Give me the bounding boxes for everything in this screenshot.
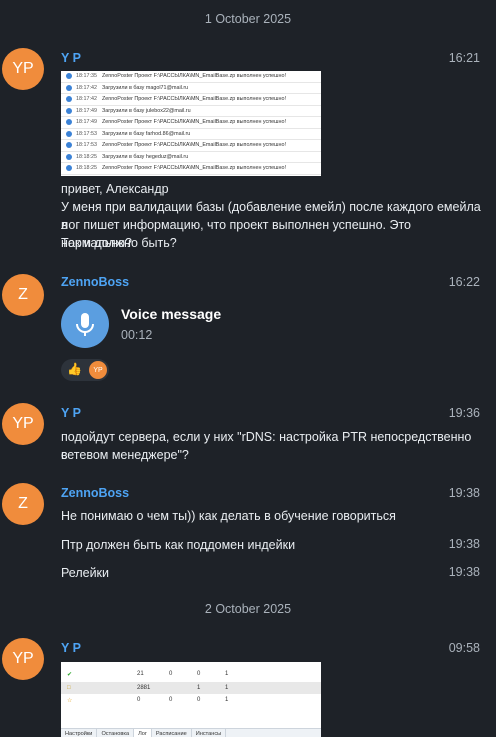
log-time: 18:17:42 (76, 84, 97, 91)
reaction-avatar: YP (89, 361, 107, 379)
avatar[interactable]: Z (2, 483, 44, 525)
table-cell: 0 (169, 697, 173, 703)
voice-play-button[interactable] (61, 300, 109, 348)
message-time: 19:38 (448, 537, 480, 551)
message-text: Не понимаю о чем ты)) как делать в обуче… (61, 509, 396, 523)
log-time: 18:18:25 (76, 153, 97, 160)
table-cell: 0 (137, 697, 141, 703)
tab: Расписание (152, 729, 192, 737)
tab: Настройки (61, 729, 98, 737)
log-text: Загрузили в базу hegeduz@mail.ru (102, 153, 189, 160)
message-time: 19:38 (448, 565, 480, 579)
log-row: 18:17:53 Загрузили в базу farhod.86@mail.… (61, 129, 321, 140)
table-row: ✔ 21 0 0 1 (61, 668, 321, 680)
log-row: 18:18:25 Загрузили в базу hegeduz@mail.ru (61, 152, 321, 163)
log-time: 18:17:53 (76, 130, 97, 137)
task-table-screenshot[interactable]: ✔ 21 0 0 1 □ 2881 1 1 ☆ 0 0 0 1 Настройки Остановка Лог Р… (61, 662, 321, 737)
log-text: ZennoPoster Проект F:\РАССЫЛКА\MN_EmailB… (102, 119, 286, 126)
date-separator: 2 October 2025 (204, 602, 292, 616)
tab: Остановка (97, 729, 135, 737)
microphone-icon (76, 313, 94, 336)
info-icon (66, 142, 72, 149)
voice-duration: 00:12 (121, 328, 153, 342)
reaction-chip[interactable]: 👍 YP (61, 359, 109, 381)
log-row: 18:17:42 ZennoPoster Проект F:\РАССЫЛКА\M… (61, 94, 321, 106)
log-row: 18:17:42 Загрузили в базу magol71@mail.ru (61, 83, 321, 94)
table-cell: 21 (137, 671, 144, 677)
message-text: привет, Александр (61, 182, 169, 196)
log-row: 18:18:25 ZennoPoster Проект F:\РАССЫЛКА\M… (61, 163, 321, 175)
table-cell: 1 (225, 697, 229, 703)
log-text: Загрузили в базу farhod.86@mail.ru (102, 130, 191, 137)
table-cell: 0 (169, 671, 173, 677)
info-icon (66, 119, 72, 126)
message-time: 09:58 (448, 641, 480, 655)
message-time: 19:38 (448, 486, 480, 500)
info-icon (66, 73, 72, 80)
table-cell: 2881 (137, 685, 151, 691)
log-text: ZennoPoster Проект F:\РАССЫЛКА\MN_EmailB… (102, 73, 286, 80)
log-time: 18:17:53 (76, 142, 97, 149)
table-cell: 1 (225, 671, 229, 677)
voice-message-title: Voice message (121, 306, 222, 322)
log-text: ZennoPoster Проект F:\РАССЫЛКА\MN_EmailB… (102, 142, 286, 149)
info-icon (66, 96, 72, 103)
sender-name[interactable]: ZennoBoss (61, 486, 129, 500)
status-icon: ☆ (67, 697, 73, 704)
log-text: Загрузили в базу magol71@mail.ru (102, 84, 189, 91)
message-time: 19:36 (448, 406, 480, 420)
log-row: 18:17:35 ZennoPoster Проект F:\РАССЫЛКА\M… (61, 71, 321, 83)
date-separator: 1 October 2025 (204, 12, 292, 26)
tab: Инстансы (192, 729, 227, 737)
thumbs-up-icon: 👍 (67, 362, 82, 376)
log-time: 18:18:25 (76, 165, 97, 172)
status-icon: □ (67, 685, 71, 691)
log-time: 18:17:42 (76, 96, 97, 103)
table-cell: 1 (197, 685, 201, 691)
log-row: 18:17:53 ZennoPoster Проект F:\РАССЫЛКА\M… (61, 140, 321, 152)
status-icon: ✔ (67, 671, 73, 678)
avatar[interactable]: YP (2, 403, 44, 445)
avatar[interactable]: Z (2, 274, 44, 316)
message-text: сетевом менеджере"? (61, 448, 189, 462)
log-text: ZennoPoster Проект F:\РАССЫЛКА\MN_EmailB… (102, 165, 286, 172)
avatar[interactable]: YP (2, 638, 44, 680)
tab: Лог (134, 729, 152, 737)
log-text: ZennoPoster Проект F:\РАССЫЛКА\MN_EmailB… (102, 96, 286, 103)
message-text: Релейки (61, 566, 110, 580)
log-time: 18:17:49 (76, 119, 97, 126)
table-cell: 1 (225, 685, 229, 691)
table-row: ☆ 0 0 0 1 (61, 694, 321, 706)
info-icon (66, 130, 72, 137)
info-icon (66, 165, 72, 172)
tab-bar: Настройки Остановка Лог Расписание Инстансы (61, 728, 321, 737)
log-text: Загрузили в базу julebox22@mail.ru (102, 107, 191, 114)
message-text: Так и должно быть? (61, 236, 177, 250)
sender-name[interactable]: Y P (61, 51, 81, 65)
table-cell: 0 (197, 697, 201, 703)
log-time: 18:17:35 (76, 73, 97, 80)
avatar[interactable]: YP (2, 48, 44, 90)
message-time: 16:22 (448, 275, 480, 289)
log-time: 18:17:49 (76, 107, 97, 114)
message-time: 16:21 (448, 51, 480, 65)
info-icon (66, 153, 72, 160)
sender-name[interactable]: ZennoBoss (61, 275, 129, 289)
message-text: Птр должен быть как поддомен индейки (61, 538, 296, 552)
table-row: □ 2881 1 1 (61, 682, 321, 694)
info-icon (66, 107, 72, 114)
log-screenshot[interactable]: 18:17:35 ZennoPoster Проект F:\РАССЫЛКА\M… (61, 71, 321, 176)
table-cell: 0 (197, 671, 201, 677)
sender-name[interactable]: Y P (61, 641, 81, 655)
log-row: 18:17:49 Загрузили в базу julebox22@mail.… (61, 106, 321, 117)
info-icon (66, 84, 72, 91)
log-row: 18:17:49 ZennoPoster Проект F:\РАССЫЛКА\M… (61, 117, 321, 129)
sender-name[interactable]: Y P (61, 406, 81, 420)
